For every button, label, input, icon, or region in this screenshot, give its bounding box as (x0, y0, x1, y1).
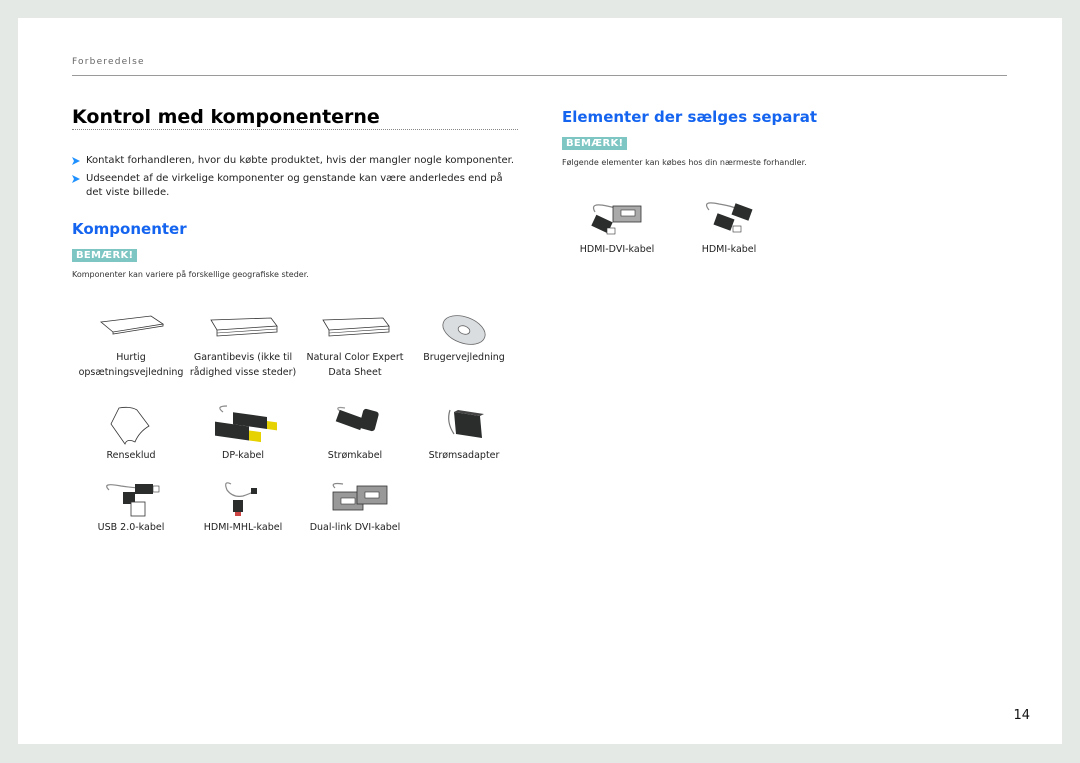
note-badge: BEMÆRK! (562, 137, 628, 150)
components-note: Komponenter kan variere på forskellige g… (72, 270, 309, 279)
sold-separately-heading: Elementer der sælges separat (562, 108, 818, 126)
accessory-item: HDMI-DVI-kabel (561, 198, 673, 257)
bullet-text: Udseendet af de virkelige komponenter og… (86, 173, 503, 198)
item-label: Hurtig opsætningsvejledning (78, 352, 184, 378)
bullet-item: Kontakt forhandleren, hvor du købte prod… (72, 154, 522, 168)
section-label: Forberedelse (72, 57, 145, 67)
hdmi-mhl-cable-icon (225, 482, 257, 516)
component-item: Renseklud (75, 402, 187, 463)
item-label: HDMI-kabel (701, 244, 757, 255)
page-title: Kontrol med komponenterne (72, 106, 518, 130)
cloth-icon (110, 406, 150, 445)
item-label: Natural Color Expert Data Sheet (306, 352, 404, 378)
bullet-item: Udseendet af de virkelige komponenter og… (72, 172, 522, 200)
hdmi-cable-icon (706, 202, 753, 233)
component-item: USB 2.0-kabel (75, 478, 187, 535)
component-item: Strømsadapter (408, 402, 520, 463)
component-item: Brugervejledning (408, 310, 520, 365)
bullet-arrow-icon (72, 157, 80, 165)
header-divider (72, 75, 1007, 76)
item-label: HDMI-DVI-kabel (579, 244, 655, 255)
note-badge: BEMÆRK! (72, 249, 138, 262)
data-sheet-icon (322, 317, 390, 337)
item-label: HDMI-MHL-kabel (203, 522, 283, 533)
booklet-icon (100, 315, 165, 335)
power-adapter-icon (448, 409, 484, 438)
item-label: Dual-link DVI-kabel (309, 522, 401, 533)
item-label: USB 2.0-kabel (97, 522, 165, 533)
item-label: Renseklud (106, 450, 156, 461)
components-heading: Komponenter (72, 220, 187, 238)
component-item: Hurtig opsætningsvejledning (75, 310, 187, 380)
component-item: Natural Color Expert Data Sheet (299, 310, 411, 380)
component-item: Strømkabel (299, 402, 411, 463)
component-item: Dual-link DVI-kabel (299, 478, 411, 535)
dp-cable-icon (215, 405, 277, 443)
component-item: HDMI-MHL-kabel (187, 478, 299, 535)
component-item: Garantibevis (ikke til rådighed visse st… (187, 310, 299, 380)
item-label: Strømsadapter (428, 450, 500, 461)
item-label: Strømkabel (327, 450, 383, 461)
warranty-card-icon (210, 317, 278, 337)
item-label: DP-kabel (222, 450, 264, 461)
item-label: Brugervejledning (423, 352, 505, 363)
document-page: Forberedelse Kontrol med komponenterne K… (18, 18, 1062, 744)
bullet-list: Kontakt forhandleren, hvor du købte prod… (72, 154, 522, 204)
sold-separately-note: Følgende elementer kan købes hos din nær… (562, 158, 807, 167)
bullet-arrow-icon (72, 175, 80, 183)
item-label: Garantibevis (ikke til rådighed visse st… (189, 352, 297, 378)
cd-icon (442, 315, 486, 345)
page-number: 14 (1013, 708, 1030, 723)
power-cable-icon (335, 406, 379, 432)
usb-cable-icon (106, 484, 160, 517)
accessory-item: HDMI-kabel (673, 198, 785, 257)
hdmi-dvi-cable-icon (591, 204, 642, 235)
dvi-cable-icon (332, 482, 388, 511)
bullet-text: Kontakt forhandleren, hvor du købte prod… (86, 155, 515, 166)
component-item: DP-kabel (187, 402, 299, 463)
